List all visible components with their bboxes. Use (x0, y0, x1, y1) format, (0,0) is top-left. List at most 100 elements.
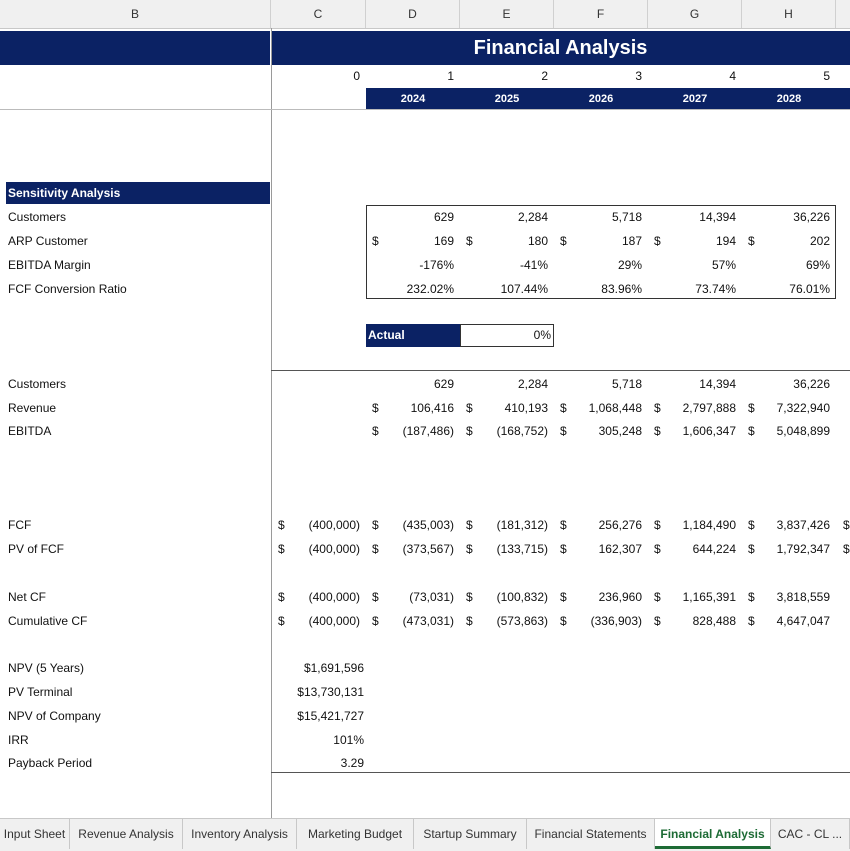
sheet-tab[interactable]: Marketing Budget (297, 819, 414, 849)
summary-value[interactable]: 101% (276, 730, 364, 750)
sheet-tab[interactable]: Revenue Analysis (70, 819, 183, 849)
column-header-F[interactable]: F (554, 0, 648, 28)
analysis-row-label: EBITDA (8, 424, 52, 438)
sheet-tab[interactable]: Input Sheet (0, 819, 70, 849)
period-index: 0 (353, 69, 360, 83)
analysis-row-value[interactable]: 828,488 (652, 611, 736, 631)
analysis-row-value[interactable]: 1,184,490 (652, 515, 736, 535)
analysis-row-value[interactable]: 3,818,559 (746, 587, 830, 607)
sheet-tab[interactable]: Startup Summary (414, 819, 527, 849)
header-divider (0, 109, 850, 110)
column-header-B[interactable]: B (0, 0, 271, 28)
sheet-tab[interactable]: CAC - CL ... (771, 819, 850, 849)
sensitivity-row-value[interactable]: 5,718 (558, 207, 642, 227)
sensitivity-row-value[interactable]: 187 (558, 231, 642, 251)
sensitivity-row-label: FCF Conversion Ratio (8, 282, 127, 296)
year-header: 2026 (588, 93, 614, 105)
sensitivity-row-value[interactable]: 169 (370, 231, 454, 251)
sensitivity-row-value[interactable]: 180 (464, 231, 548, 251)
sensitivity-row-value[interactable]: 36,226 (746, 207, 830, 227)
analysis-row-value[interactable]: (400,000) (276, 611, 360, 631)
summary-label: Payback Period (8, 756, 93, 770)
sensitivity-row-value[interactable]: -41% (464, 255, 548, 275)
analysis-row-value[interactable]: (336,903) (558, 611, 642, 631)
period-index: 1 (447, 69, 454, 83)
summary-value[interactable]: $1,691,596 (276, 658, 364, 678)
analysis-row-value[interactable]: 1,606,347 (652, 421, 736, 441)
sensitivity-row-value[interactable]: -176% (370, 255, 454, 275)
analysis-row-value[interactable]: 2,797,888 (652, 398, 736, 418)
sheet-tab[interactable]: Financial Analysis (655, 819, 771, 849)
period-index: 4 (729, 69, 736, 83)
analysis-row-value[interactable]: (373,567) (370, 539, 454, 559)
analysis-row-value[interactable]: 5,718 (558, 374, 642, 394)
analysis-row-value[interactable]: 4,647,047 (746, 611, 830, 631)
sensitivity-row-label: ARP Customer (8, 234, 88, 248)
analysis-row-value[interactable]: 1,068,448 (558, 398, 642, 418)
sensitivity-row-value[interactable]: 29% (558, 255, 642, 275)
summary-value[interactable]: $13,730,131 (276, 682, 364, 702)
column-header-H[interactable]: H (742, 0, 836, 28)
sensitivity-row-label: Customers (8, 210, 67, 224)
sensitivity-row-value[interactable]: 14,394 (652, 207, 736, 227)
sensitivity-row-value[interactable]: 83.96% (558, 279, 642, 299)
analysis-row-value[interactable]: (573,863) (464, 611, 548, 631)
analysis-row-value[interactable]: 5,048,899 (746, 421, 830, 441)
summary-label: NPV of Company (8, 709, 101, 723)
column-header-I[interactable] (836, 0, 850, 28)
actual-label: Actual (366, 324, 460, 347)
year-header: 2025 (494, 93, 520, 105)
analysis-row-value[interactable]: (435,003) (370, 515, 454, 535)
sensitivity-row-value[interactable]: 76.01% (746, 279, 830, 299)
analysis-row-value[interactable]: 14,394 (652, 374, 736, 394)
sensitivity-row-value[interactable]: 69% (746, 255, 830, 275)
sensitivity-row-value[interactable]: 202 (746, 231, 830, 251)
summary-value[interactable]: $15,421,727 (276, 706, 364, 726)
summary-label: IRR (8, 733, 29, 747)
analysis-row-value[interactable]: 644,224 (652, 539, 736, 559)
analysis-row-value[interactable]: (400,000) (276, 587, 360, 607)
analysis-row-value[interactable]: 7,322,940 (746, 398, 830, 418)
summary-value[interactable]: 3.29 (276, 753, 364, 773)
actual-input[interactable]: 0% (460, 324, 554, 347)
analysis-row-value[interactable]: 2,284 (464, 374, 548, 394)
analysis-row-value[interactable]: (168,752) (464, 421, 548, 441)
analysis-row-value[interactable]: 305,248 (558, 421, 642, 441)
column-header-G[interactable]: G (648, 0, 742, 28)
analysis-row-value[interactable]: 36,226 (746, 374, 830, 394)
analysis-row-label: FCF (8, 518, 32, 532)
column-header-D[interactable]: D (366, 0, 460, 28)
analysis-row-value[interactable]: (100,832) (464, 587, 548, 607)
analysis-row-value[interactable]: (187,486) (370, 421, 454, 441)
analysis-row-value[interactable]: 629 (370, 374, 454, 394)
sheet-tab[interactable]: Financial Statements (527, 819, 655, 849)
column-header-C[interactable]: C (271, 0, 366, 28)
analysis-row-value[interactable]: 236,960 (558, 587, 642, 607)
sheet-tab[interactable]: Inventory Analysis (183, 819, 297, 849)
analysis-row-value[interactable]: 410,193 (464, 398, 548, 418)
sensitivity-row-value[interactable]: 73.74% (652, 279, 736, 299)
analysis-row-value[interactable]: (400,000) (276, 539, 360, 559)
sensitivity-row-value[interactable]: 57% (652, 255, 736, 275)
sensitivity-row-value[interactable]: 107.44% (464, 279, 548, 299)
analysis-row-value[interactable]: 1,165,391 (652, 587, 736, 607)
analysis-row-value[interactable]: (400,000) (276, 515, 360, 535)
year-header: 2024 (400, 93, 426, 105)
analysis-row-value[interactable]: 256,276 (558, 515, 642, 535)
analysis-row-value[interactable]: 162,307 (558, 539, 642, 559)
analysis-row-value[interactable]: (73,031) (370, 587, 454, 607)
sensitivity-row-value[interactable]: 629 (370, 207, 454, 227)
column-header-E[interactable]: E (460, 0, 554, 28)
analysis-row-label: Revenue (8, 401, 57, 415)
analysis-row-value[interactable]: (133,715) (464, 539, 548, 559)
sensitivity-row-value[interactable]: 2,284 (464, 207, 548, 227)
analysis-row-value[interactable]: (181,312) (464, 515, 548, 535)
sensitivity-row-value[interactable]: 232.02% (370, 279, 454, 299)
sensitivity-row-value[interactable]: 194 (652, 231, 736, 251)
analysis-row-value[interactable]: 3,837,426 (746, 515, 830, 535)
analysis-row-value[interactable]: 106,416 (370, 398, 454, 418)
analysis-row-value[interactable]: 1,792,347 (746, 539, 830, 559)
dollar-sign: $ (843, 542, 850, 556)
analysis-row-value[interactable]: (473,031) (370, 611, 454, 631)
period-index: 5 (823, 69, 830, 83)
